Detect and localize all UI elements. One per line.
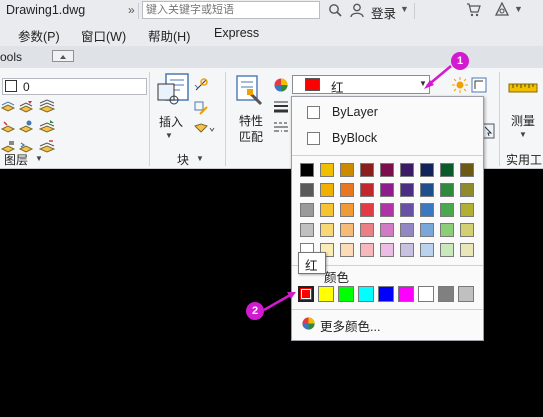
- callout-badge-1: 1: [451, 52, 469, 70]
- callout-badge-2: 2: [246, 302, 264, 320]
